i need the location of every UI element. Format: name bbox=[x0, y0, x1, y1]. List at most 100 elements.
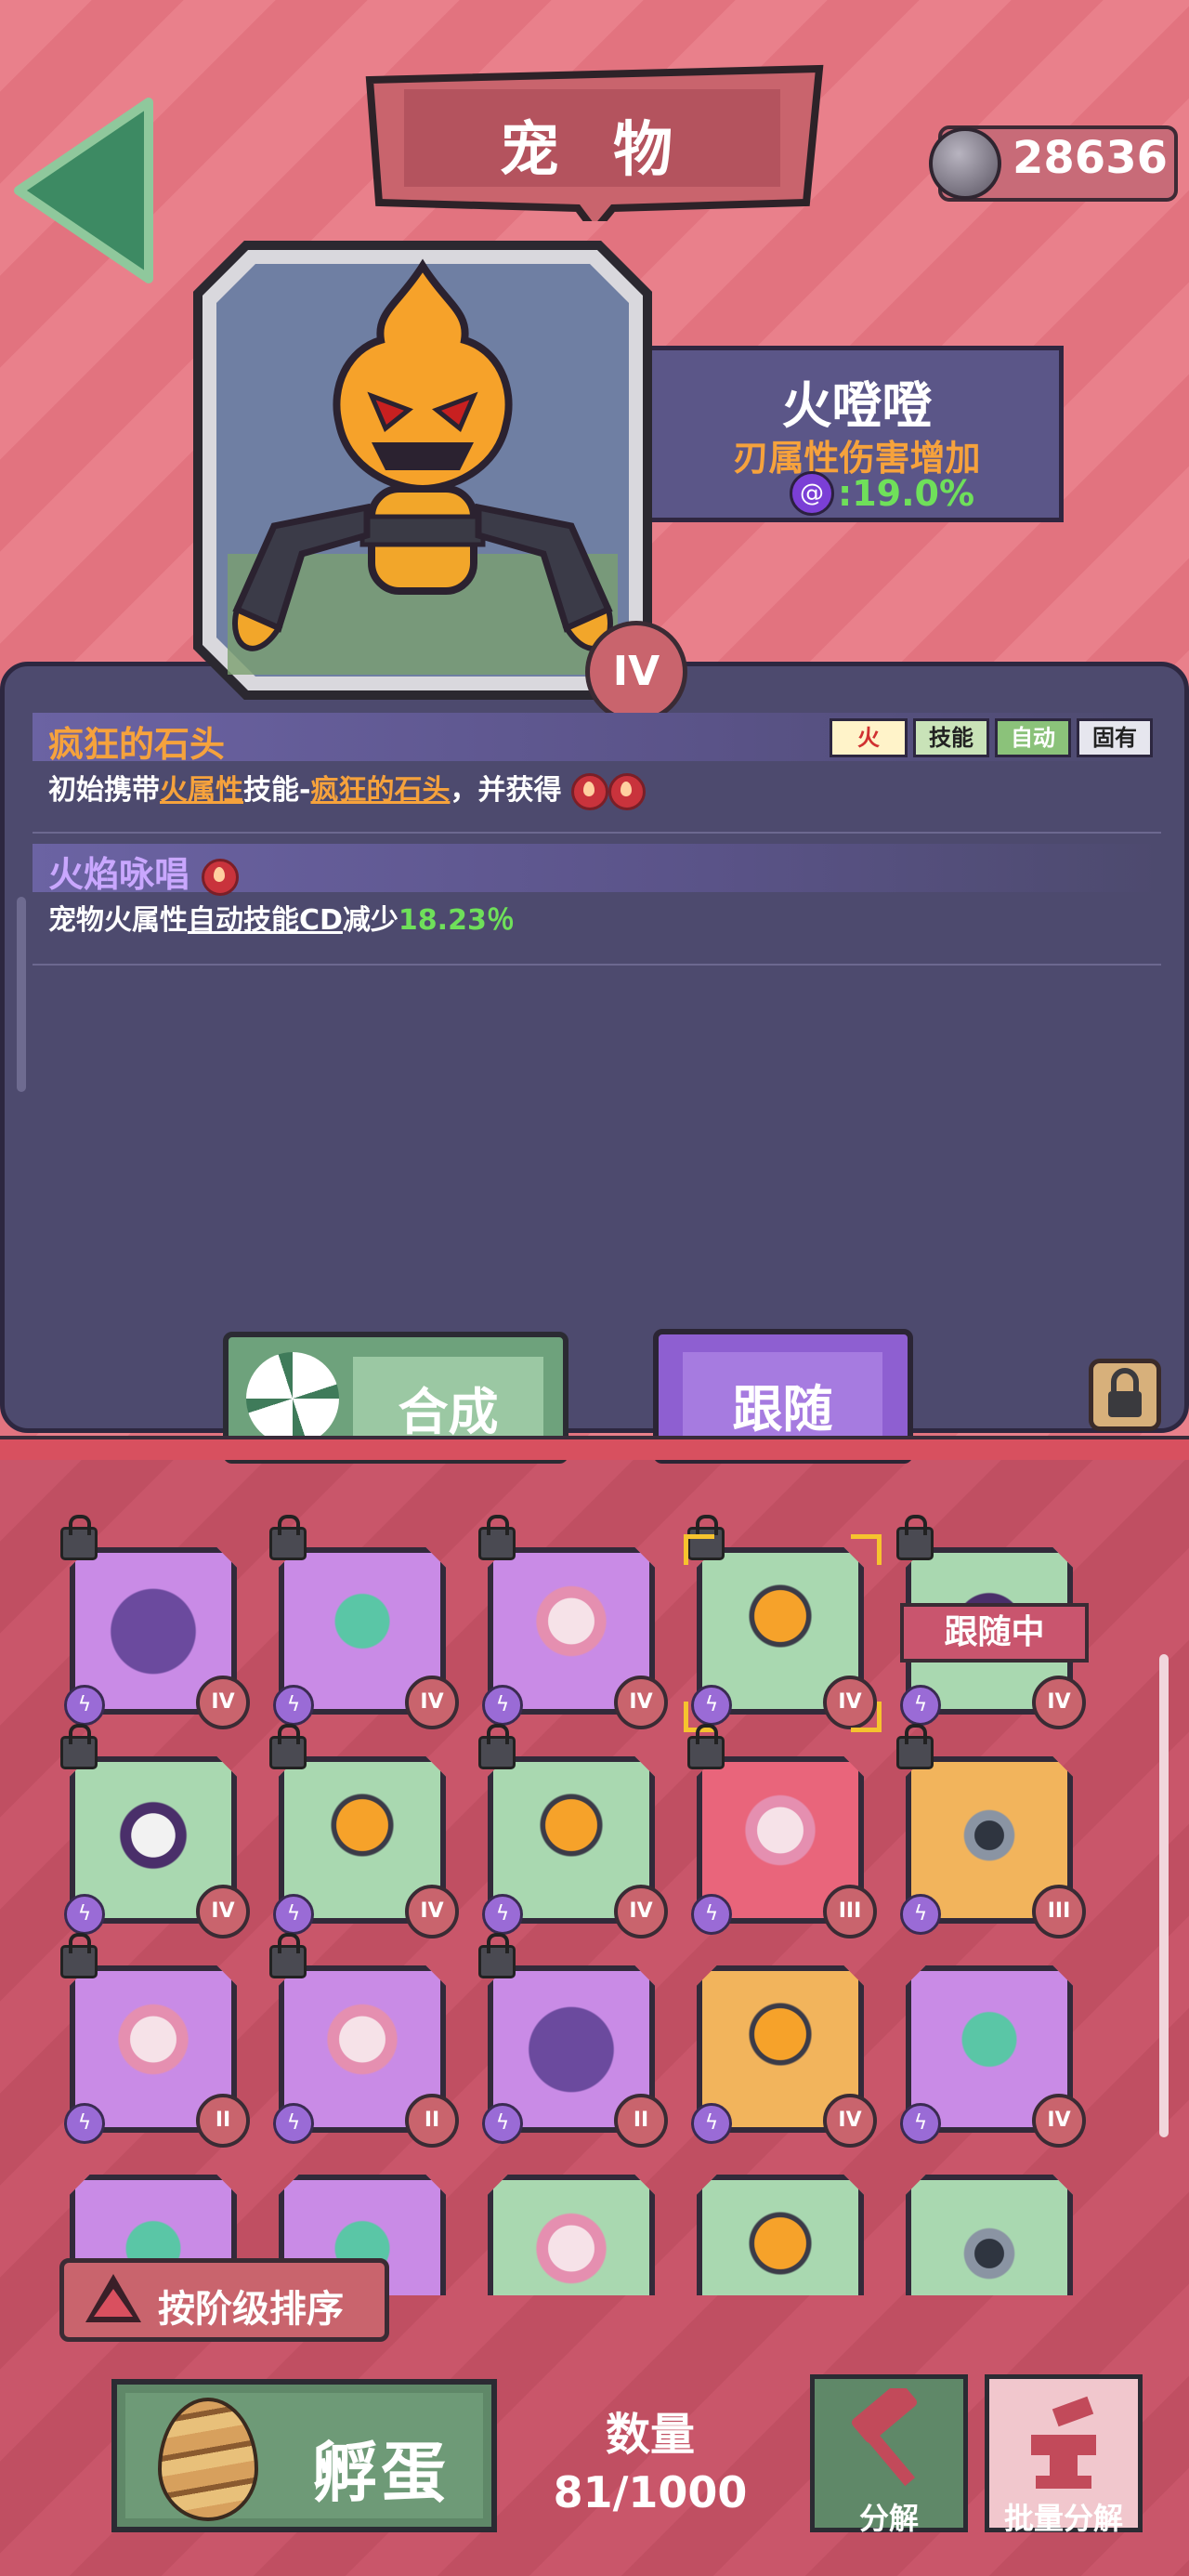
tier-badge: IV bbox=[823, 2094, 877, 2148]
count-value: 81/1000 bbox=[553, 2467, 748, 2517]
follow-label: 跟随 bbox=[732, 1380, 833, 1439]
pet-card[interactable]: ϟ IV bbox=[269, 1515, 459, 1729]
lock-icon bbox=[269, 1724, 307, 1769]
teal-spinner-icon bbox=[938, 1993, 1040, 2096]
element-bolt-icon: ϟ bbox=[691, 1894, 732, 1935]
skill-divider bbox=[33, 964, 1161, 966]
skill-description: 宠物火属性自动技能CD减少18.23％ bbox=[48, 897, 515, 938]
pet-grid: ϟ IV ϟ IV ϟ IV ϟ IV 跟随中 ϟ IV ϟ IV ϟ IV ϟ IV ϟ III ϟ III ϟ II ϟ I… bbox=[0, 1515, 1189, 2295]
purple-blob-icon bbox=[520, 1993, 622, 2096]
swirl-stat-icon: @ bbox=[790, 471, 834, 516]
tag-skill: 技能 bbox=[913, 718, 989, 757]
pet-card[interactable]: ϟ III bbox=[896, 1724, 1086, 1939]
pet-card[interactable]: ϟ bbox=[697, 2175, 864, 2295]
gear-coin-icon bbox=[929, 127, 1001, 200]
tag-inherent: 固有 bbox=[1077, 718, 1153, 757]
lock-icon bbox=[60, 1515, 98, 1560]
fire-pumpkin-icon bbox=[729, 2202, 831, 2295]
metal-spider-icon bbox=[938, 1784, 1040, 1886]
auto-skill-link[interactable]: 自动技能CD bbox=[188, 904, 343, 937]
skull-ghost-icon bbox=[102, 1784, 204, 1886]
pet-card[interactable]: ϟ II bbox=[60, 1933, 250, 2148]
pet-card[interactable]: ϟ IV bbox=[691, 1965, 877, 2148]
tier-badge: II bbox=[196, 2094, 250, 2148]
desc-value: 18.23％ bbox=[398, 904, 515, 937]
tier-badge: IV bbox=[196, 1676, 250, 1729]
desc-text: 减少 bbox=[342, 904, 399, 937]
skill-scrollbar[interactable] bbox=[17, 897, 26, 1092]
teal-spinner-icon bbox=[311, 1575, 413, 1677]
tier-badge: II bbox=[405, 2094, 459, 2148]
element-bolt-icon: ϟ bbox=[64, 1685, 105, 1726]
pet-card[interactable]: ϟ IV bbox=[269, 1724, 459, 1939]
element-bolt-icon: ϟ bbox=[482, 2103, 523, 2144]
tier-badge: IV bbox=[614, 1676, 668, 1729]
desc-text: 技能- bbox=[243, 774, 311, 807]
element-bolt-icon: ϟ bbox=[64, 1894, 105, 1935]
batch-decompose-label: 批量分解 bbox=[1003, 2501, 1123, 2536]
sort-label: 按阶级排序 bbox=[158, 2288, 344, 2331]
pet-attribute-line: @ :19.0% bbox=[790, 470, 974, 517]
element-bolt-icon: ϟ bbox=[273, 1685, 314, 1726]
tier-badge: III bbox=[823, 1885, 877, 1939]
pet-card[interactable]: ϟ bbox=[906, 2175, 1073, 2295]
pet-tier-badge: IV bbox=[585, 621, 687, 723]
pink-fairy-icon bbox=[520, 2202, 622, 2295]
desc-text: 初始携带 bbox=[48, 774, 160, 807]
lock-icon bbox=[60, 1724, 98, 1769]
lock-icon bbox=[269, 1933, 307, 1978]
selection-corner bbox=[684, 1534, 714, 1565]
skill-name-text: 火焰咏唱 bbox=[48, 854, 190, 895]
pink-fairy-icon bbox=[311, 1993, 413, 2096]
swirl-icon bbox=[246, 1352, 339, 1445]
desc-text: ，并获得 bbox=[450, 774, 562, 807]
skill-name: 疯狂的石头 bbox=[48, 724, 226, 765]
tag-fire: 火 bbox=[830, 718, 908, 757]
purple-blob-icon bbox=[102, 1575, 204, 1677]
skill-name: 火焰咏唱 bbox=[48, 846, 240, 897]
pet-name: 火噔噔 bbox=[781, 376, 933, 435]
pet-card[interactable]: ϟ III bbox=[687, 1724, 877, 1939]
pet-card[interactable]: ϟ IV bbox=[900, 1965, 1086, 2148]
pet-card[interactable]: 跟随中 ϟ IV bbox=[896, 1515, 1089, 1729]
tier-badge: II bbox=[614, 2094, 668, 2148]
decompose-label: 分解 bbox=[858, 2501, 919, 2536]
pet-card[interactable]: ϟ IV bbox=[478, 1724, 668, 1939]
skill-divider bbox=[33, 832, 1161, 834]
selection-corner bbox=[851, 1702, 882, 1732]
fire-attribute-link[interactable]: 火属性 bbox=[160, 774, 243, 807]
section-divider bbox=[0, 1436, 1189, 1460]
anvil-icon bbox=[1031, 2396, 1096, 2489]
grid-scrollbar[interactable] bbox=[1159, 1654, 1169, 2137]
pet-portrait bbox=[193, 241, 652, 700]
pet-card[interactable]: ϟ IV bbox=[60, 1515, 250, 1729]
page-title: 宠 物 bbox=[499, 116, 690, 185]
pet-card[interactable]: ϟ bbox=[488, 2175, 655, 2295]
element-bolt-icon: ϟ bbox=[482, 1685, 523, 1726]
pet-card[interactable]: ϟ IV bbox=[684, 1515, 882, 1732]
tier-badge: IV bbox=[196, 1885, 250, 1939]
element-bolt-icon: ϟ bbox=[64, 2103, 105, 2144]
fire-rune-icon bbox=[608, 772, 646, 810]
element-bolt-icon: ϟ bbox=[482, 1894, 523, 1935]
skill-link[interactable]: 疯狂的石头 bbox=[310, 774, 450, 807]
element-bolt-icon: ϟ bbox=[273, 1894, 314, 1935]
element-bolt-icon: ϟ bbox=[691, 2103, 732, 2144]
pet-card[interactable]: ϟ II bbox=[269, 1933, 459, 2148]
pet-card[interactable]: ϟ IV bbox=[478, 1515, 668, 1729]
lock-icon bbox=[60, 1933, 98, 1978]
back-arrow-icon[interactable] bbox=[9, 93, 158, 288]
tag-auto: 自动 bbox=[995, 718, 1071, 757]
lock-icon bbox=[896, 1515, 934, 1560]
metal-spider-icon bbox=[938, 2202, 1040, 2295]
following-banner: 跟随中 bbox=[900, 1603, 1089, 1663]
pet-card[interactable]: ϟ IV bbox=[60, 1724, 250, 1939]
pink-fairy-icon bbox=[102, 1993, 204, 2096]
lock-button[interactable] bbox=[1089, 1359, 1161, 1431]
triangle-icon-inner bbox=[94, 2289, 133, 2317]
lock-icon bbox=[896, 1724, 934, 1769]
pet-card[interactable]: ϟ II bbox=[478, 1933, 668, 2148]
tier-badge: IV bbox=[405, 1885, 459, 1939]
tier-badge: IV bbox=[405, 1676, 459, 1729]
pink-fairy-icon bbox=[729, 1784, 831, 1886]
